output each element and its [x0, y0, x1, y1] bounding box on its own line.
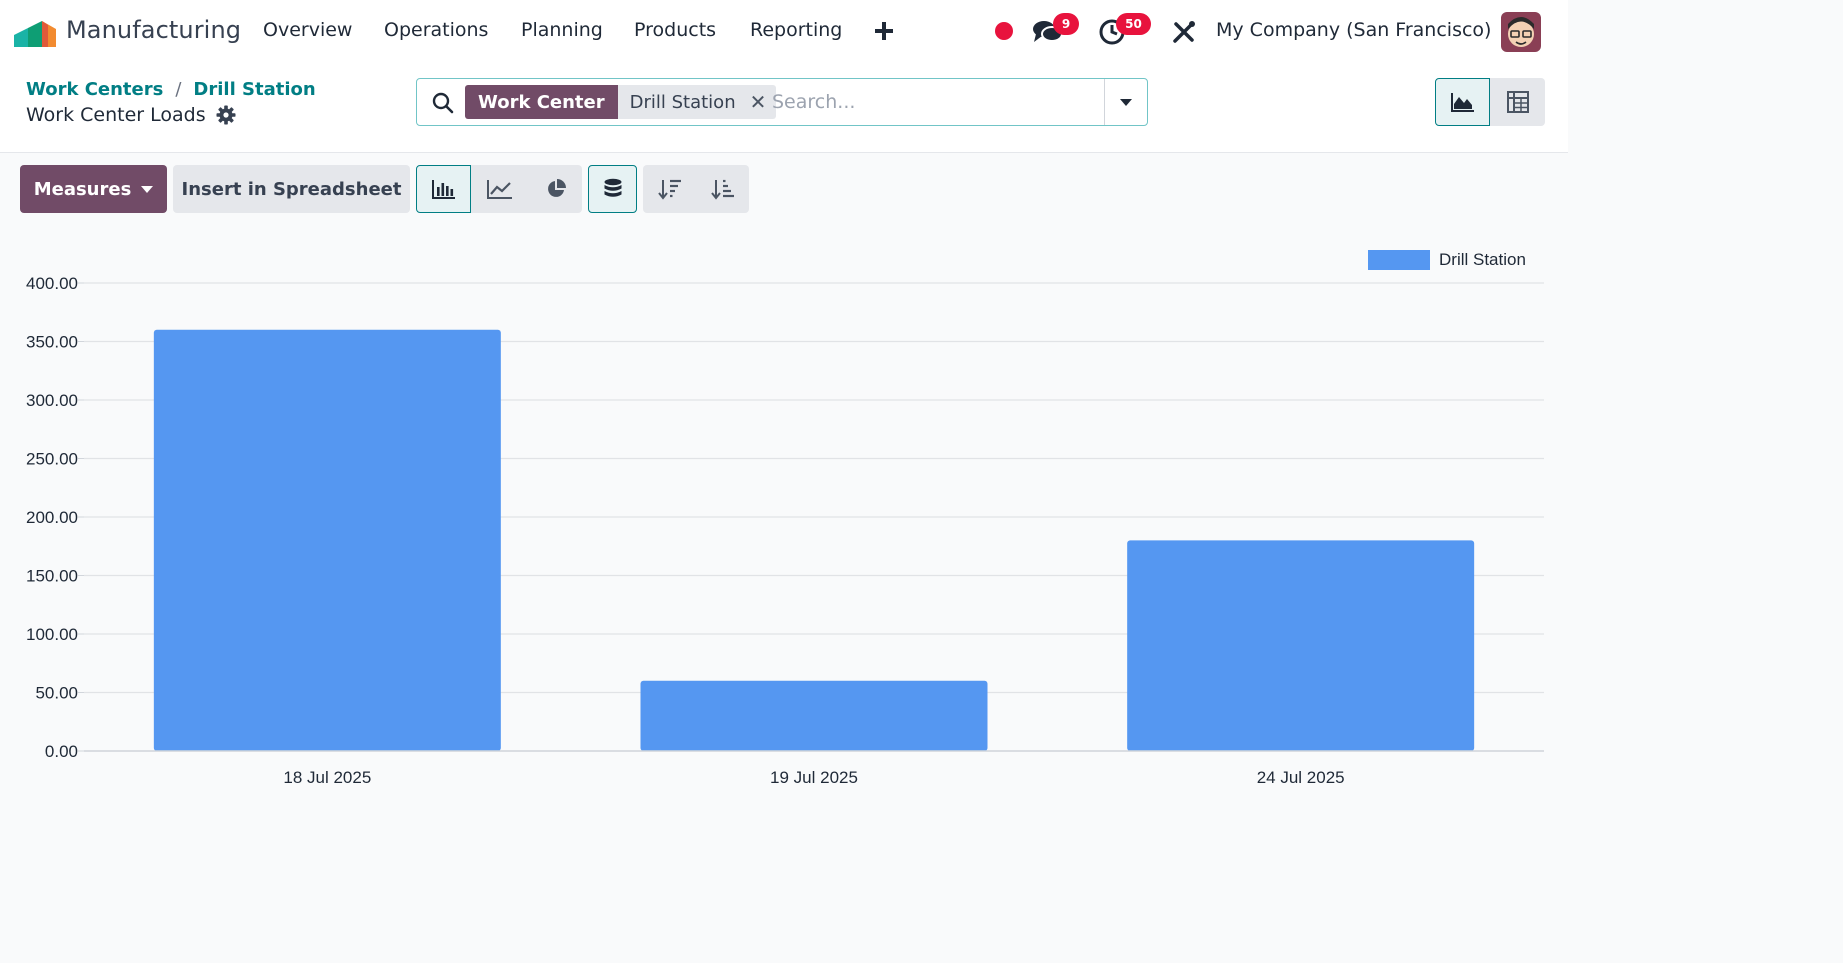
- chevron-down-icon: [1120, 99, 1132, 106]
- breadcrumb-separator: /: [175, 79, 182, 100]
- messages-badge: 9: [1053, 13, 1079, 35]
- stacked-toggle-button[interactable]: [588, 165, 637, 213]
- search-icon[interactable]: [431, 91, 455, 115]
- pie-chart-icon: [547, 179, 566, 197]
- page-title: Work Center Loads: [26, 104, 206, 126]
- menu-reporting[interactable]: Reporting: [750, 19, 842, 41]
- breadcrumb-work-centers[interactable]: Work Centers: [26, 79, 163, 100]
- tools-icon[interactable]: [1171, 19, 1197, 45]
- company-switcher[interactable]: My Company (San Francisco): [1216, 19, 1491, 41]
- x-tick-label: 24 Jul 2025: [1257, 768, 1345, 787]
- chart-legend[interactable]: Drill Station: [1368, 250, 1526, 270]
- sort-descending-icon: [658, 179, 681, 200]
- line-chart-icon: [487, 180, 512, 199]
- menu-planning[interactable]: Planning: [521, 19, 603, 41]
- caret-down-icon: [141, 185, 154, 193]
- chart-bar[interactable]: [1127, 540, 1475, 751]
- y-tick-label: 350.00: [26, 333, 78, 352]
- pivot-view-button[interactable]: [1490, 78, 1545, 126]
- insert-spreadsheet-label: Insert in Spreadsheet: [181, 178, 402, 200]
- legend-swatch: [1368, 250, 1430, 270]
- facet-value: Drill Station: [629, 91, 736, 113]
- breadcrumb-drill-station[interactable]: Drill Station: [193, 79, 315, 100]
- recording-indicator[interactable]: [995, 22, 1013, 40]
- breadcrumb: Work Centers / Drill Station: [26, 79, 316, 100]
- menu-products[interactable]: Products: [634, 19, 716, 41]
- measures-button[interactable]: Measures: [20, 165, 167, 213]
- bar-chart-icon: [431, 180, 455, 199]
- line-chart-button[interactable]: [471, 165, 529, 213]
- y-tick-label: 150.00: [26, 567, 78, 586]
- facet-label: Work Center: [465, 85, 618, 119]
- y-tick-label: 400.00: [26, 274, 78, 293]
- search-input[interactable]: [772, 85, 1102, 119]
- sort-ascending-button[interactable]: [697, 165, 749, 213]
- avatar[interactable]: [1501, 12, 1541, 52]
- top-navbar: Manufacturing Overview Operations Planni…: [0, 0, 1568, 64]
- menu-operations[interactable]: Operations: [384, 19, 488, 41]
- app-name[interactable]: Manufacturing: [66, 16, 241, 44]
- chart-bar[interactable]: [640, 680, 988, 751]
- search-options-toggle[interactable]: [1104, 79, 1147, 125]
- plus-icon[interactable]: [873, 16, 895, 46]
- pie-chart-button[interactable]: [529, 165, 582, 213]
- y-tick-label: 300.00: [26, 391, 78, 410]
- y-tick-label: 50.00: [35, 684, 78, 703]
- sort-descending-button[interactable]: [643, 165, 697, 213]
- x-tick-label: 19 Jul 2025: [770, 768, 858, 787]
- manufacturing-app-logo[interactable]: [14, 17, 56, 47]
- chart-bar[interactable]: [153, 329, 501, 751]
- bar-chart-button[interactable]: [416, 165, 471, 213]
- measures-label: Measures: [33, 178, 132, 200]
- close-icon[interactable]: ✕: [750, 90, 767, 114]
- insert-spreadsheet-button[interactable]: Insert in Spreadsheet: [173, 165, 410, 213]
- view-switcher: [1435, 78, 1545, 126]
- menu-overview[interactable]: Overview: [263, 19, 352, 41]
- y-tick-label: 250.00: [26, 450, 78, 469]
- search-bar: Work Center Drill Station ✕: [416, 78, 1148, 126]
- y-tick-label: 100.00: [26, 625, 78, 644]
- activities-badge: 50: [1116, 13, 1151, 35]
- area-chart-icon: [1450, 93, 1474, 112]
- graph-view-button[interactable]: [1435, 78, 1490, 126]
- sort-ascending-icon: [711, 179, 734, 200]
- pivot-table-icon: [1506, 91, 1529, 113]
- facet-value-wrap: Drill Station ✕: [617, 85, 777, 119]
- page-title-row: Work Center Loads: [26, 104, 236, 126]
- legend-label: Drill Station: [1439, 250, 1526, 269]
- search-facet: Work Center Drill Station ✕: [465, 85, 777, 119]
- x-tick-label: 18 Jul 2025: [283, 768, 371, 787]
- y-tick-label: 0.00: [45, 742, 78, 761]
- stacked-icon: [604, 178, 621, 197]
- y-tick-label: 200.00: [26, 508, 78, 527]
- control-panel: Work Centers / Drill Station Work Center…: [0, 64, 1568, 153]
- gear-icon[interactable]: [216, 105, 236, 125]
